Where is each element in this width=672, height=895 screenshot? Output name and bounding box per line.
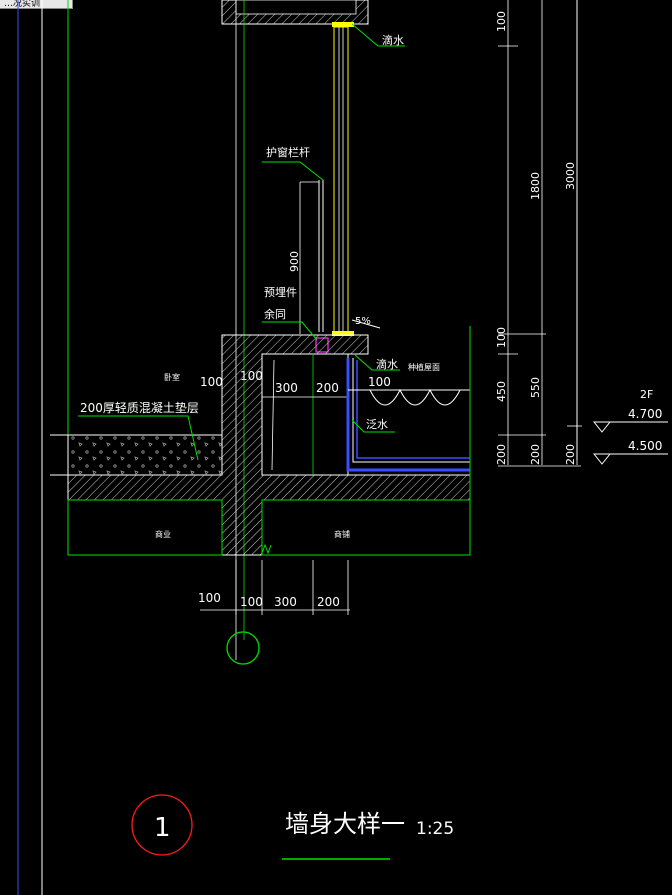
detail-scale: 1:25 xyxy=(416,819,454,839)
dim-v100b: 100 xyxy=(495,327,508,348)
title-block: 1 墙身大样一 1:25 xyxy=(131,794,454,860)
dim-300: 300 xyxy=(275,381,298,395)
lower-rooms xyxy=(67,499,471,556)
label-room-right: 商铺 xyxy=(334,529,350,539)
label-planting: 种植屋面 xyxy=(408,362,440,372)
label-cushion: 200厚轻质混凝土垫层 xyxy=(80,400,199,415)
label-drip-top: 滴水 xyxy=(382,33,404,47)
dim-v450: 450 xyxy=(495,381,508,402)
dim-v200b: 200 xyxy=(529,444,542,465)
label-railing: 护窗栏杆 xyxy=(266,145,310,159)
dim-v1800: 1800 xyxy=(529,172,542,200)
label-bedroom: 卧室 xyxy=(164,372,180,382)
label-embedded2: 余同 xyxy=(264,307,286,321)
break-mark xyxy=(261,543,272,555)
window-frame xyxy=(332,26,354,336)
dim-100c: 100 xyxy=(368,375,391,389)
label-floor: 2F xyxy=(640,388,653,401)
detail-number: 1 xyxy=(154,813,171,843)
detail-title: 墙身大样一 xyxy=(285,810,405,838)
label-flashing: 泛水 xyxy=(366,418,388,431)
label-slope: 5% xyxy=(355,316,371,327)
dim-v550: 550 xyxy=(529,377,542,398)
dim-100b: 100 xyxy=(240,369,263,383)
roof-layers xyxy=(346,326,471,555)
dim-bottom-100b: 100 xyxy=(240,595,263,609)
drawing-canvas: 滴水 护窗栏杆 预埋件 余同 5% 滴水 种植屋面 泛水 卧室 200厚轻质混凝… xyxy=(17,0,668,895)
dim-v200a: 200 xyxy=(495,444,508,465)
dim-v200c: 200 xyxy=(564,444,577,465)
dim-bottom-100a: 100 xyxy=(198,591,221,605)
dim-4700: 4.700 xyxy=(628,407,662,421)
dim-bottom-200: 200 xyxy=(317,595,340,609)
dim-200: 200 xyxy=(316,381,339,395)
dim-900: 900 xyxy=(288,251,301,272)
axis-bubble xyxy=(226,631,260,665)
concrete-cushion xyxy=(50,434,223,476)
label-embedded: 预埋件 xyxy=(264,286,297,299)
label-drip-mid: 滴水 xyxy=(376,357,398,371)
dim-100a: 100 xyxy=(200,375,223,389)
dim-bottom-300: 300 xyxy=(274,595,297,609)
dim-4500: 4.500 xyxy=(628,439,662,453)
window-railing xyxy=(299,180,329,353)
dim-v100a: 100 xyxy=(495,11,508,32)
dim-v3000: 3000 xyxy=(564,162,577,190)
label-room-left: 商业 xyxy=(155,529,171,539)
